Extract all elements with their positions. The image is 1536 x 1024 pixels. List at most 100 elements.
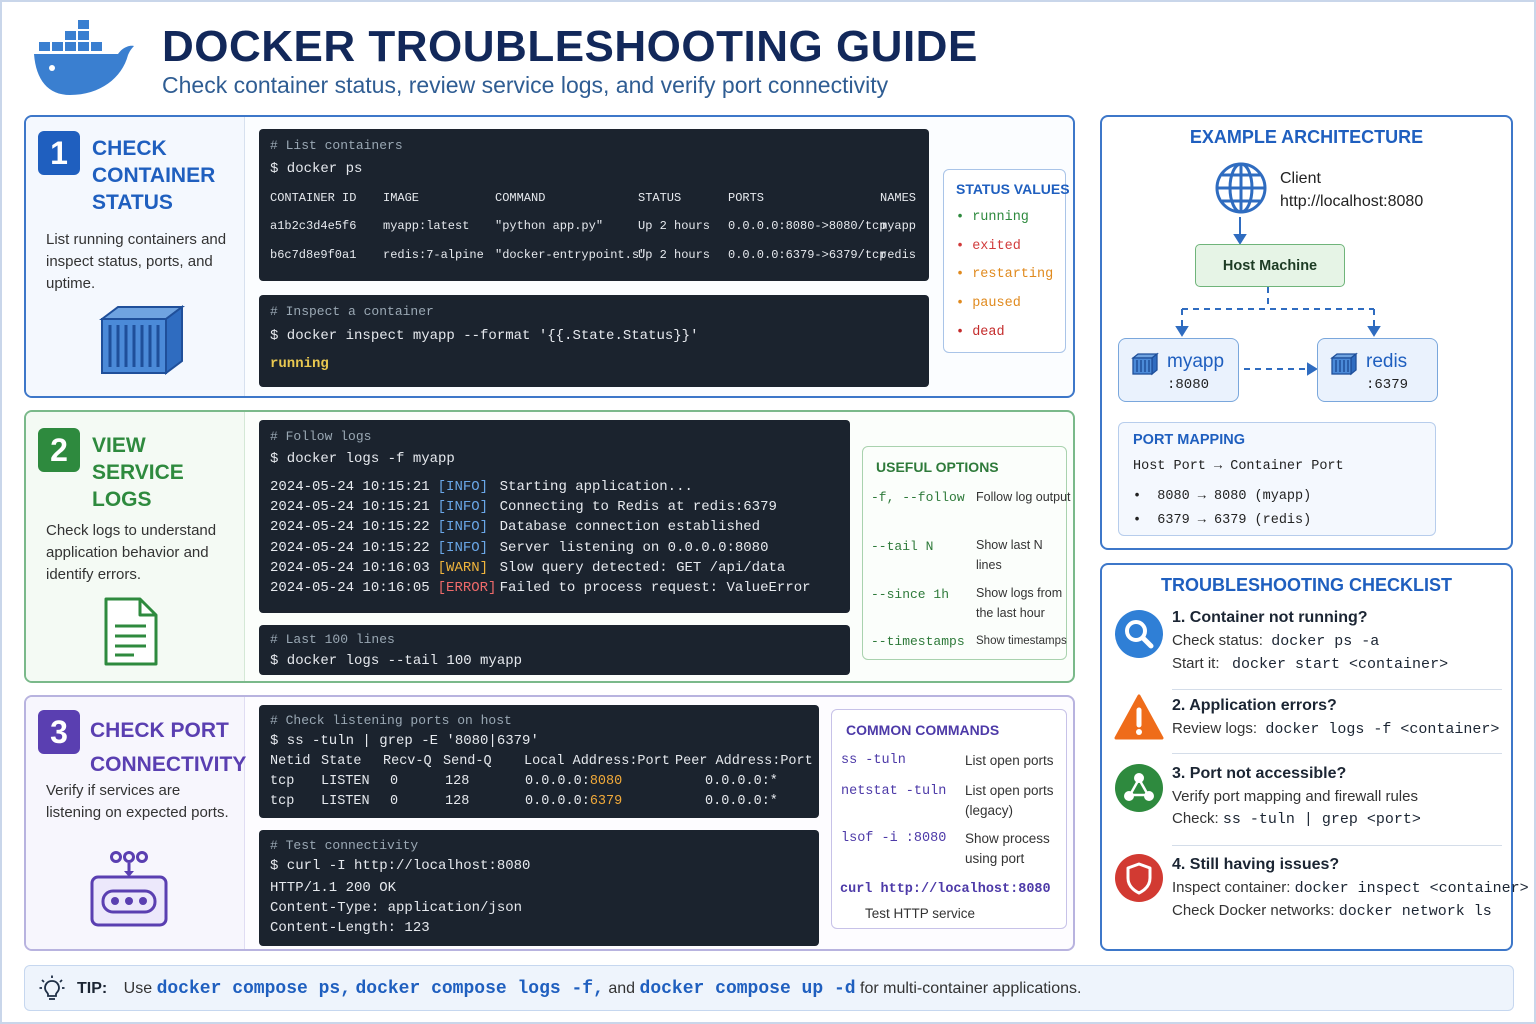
command-desc: List open ports (legacy) xyxy=(965,783,1054,818)
status-values-title: STATUS VALUES xyxy=(956,181,1070,197)
page-title: DOCKER TROUBLESHOOTING GUIDE xyxy=(162,22,978,71)
curl-terminal: # Test connectivity $ curl -I http://loc… xyxy=(259,830,819,946)
log-level: [WARN] xyxy=(437,559,489,576)
log-line: 2024-05-24 10:16:03 [WARN] Slow query dete… xyxy=(270,559,786,576)
col-local-address: Local Address:Port xyxy=(524,754,670,769)
status-item-restarting: • restarting xyxy=(956,267,1054,282)
step-number-badge: 1 xyxy=(38,131,80,175)
service-redis-box: redis :6379 xyxy=(1317,338,1438,402)
service-port: :6379 xyxy=(1366,377,1409,393)
shipping-container-icon xyxy=(99,305,185,375)
ss-cell-netid: tcp xyxy=(270,774,295,789)
tip-command: docker compose up -d xyxy=(639,979,856,999)
ss-ports-terminal: # Check listening ports on host $ ss -tu… xyxy=(259,705,819,818)
section-title: VIEW SERVICE LOGS xyxy=(92,434,184,511)
log-line: 2024-05-24 10:15:22 [INFO] Server listenin… xyxy=(270,539,769,556)
status-item-running: • running xyxy=(956,210,1029,225)
ss-cell-send: 128 xyxy=(445,774,470,789)
port-mapping-header: Host Port → Container Port xyxy=(1133,459,1344,474)
command-desc: Show process using port xyxy=(965,831,1050,866)
terminal-comment: # Follow logs xyxy=(270,429,372,444)
cell-names: myapp xyxy=(880,219,917,233)
cell-image: myapp:latest xyxy=(383,219,470,233)
cell-status: Up 2 hours xyxy=(638,248,711,262)
useful-options-title: USEFUL OPTIONS xyxy=(876,459,999,475)
docker-inspect-terminal: # Inspect a container $ docker inspect m… xyxy=(259,295,929,387)
checklist-item: 3. Port not accessible? Verify port mapp… xyxy=(1172,765,1421,828)
terminal-command: $ docker ps xyxy=(270,161,363,177)
port-mapping-box: PORT MAPPING Host Port → Container Port … xyxy=(1118,422,1436,536)
cell-ports: 0.0.0.0:8080->8080/tcp xyxy=(728,219,887,233)
ss-cell-send: 128 xyxy=(445,794,470,809)
port-mapping-title: PORT MAPPING xyxy=(1133,432,1245,448)
docker-whale-logo xyxy=(34,20,134,95)
terminal-command: $ docker inspect myapp --format '{{.Stat… xyxy=(270,328,699,344)
log-level: [INFO] xyxy=(437,539,489,556)
section-title: CHECK CONTAINER STATUS xyxy=(92,137,216,214)
listening-port: 8080 xyxy=(589,774,623,789)
tip-command: docker compose ps, xyxy=(156,979,352,999)
log-level: [INFO] xyxy=(437,479,489,495)
status-item-paused: • paused xyxy=(956,296,1021,311)
divider xyxy=(1172,845,1502,846)
col-netid: Netid xyxy=(270,754,311,769)
checklist-title: TROUBLESHOOTING CHECKLIST xyxy=(1161,575,1452,595)
section-sidebar: 3 CHECK PORT CONNECTIVITY Verify if serv… xyxy=(26,697,247,949)
cell-ports: 0.0.0.0:6379->6379/tcp xyxy=(728,248,887,262)
cell-container-id: a1b2c3d4e5f6 xyxy=(270,219,357,233)
option-desc: Show timestamps xyxy=(976,635,1067,647)
port-mapping-row: • 8080 → 8080 (myapp) xyxy=(1133,489,1312,504)
container-icon xyxy=(1131,352,1159,376)
listening-port: 6379 xyxy=(589,794,623,809)
checklist-item: 2. Application errors? Review logs: dock… xyxy=(1172,697,1500,738)
command-name: netstat -tuln xyxy=(841,784,947,799)
step-number-badge: 2 xyxy=(38,428,80,472)
terminal-comment: # Inspect a container xyxy=(270,304,434,319)
terminal-comment: # Last 100 lines xyxy=(270,632,395,647)
ss-cell-addr: 0.0.0.0:8080 xyxy=(525,774,623,789)
section-sidebar: 1 CHECK CONTAINER STATUS List running co… xyxy=(26,117,245,396)
terminal-output: Content-Length: 123 xyxy=(270,920,430,936)
ss-cell-addr: 0.0.0.0:6379 xyxy=(525,794,623,809)
checklist-item: 4. Still having issues? Inspect containe… xyxy=(1172,856,1529,920)
terminal-comment: # Test connectivity xyxy=(270,838,419,853)
section-check-port-connectivity: 3 CHECK PORT CONNECTIVITY Verify if serv… xyxy=(24,695,1075,951)
terminal-command: $ docker logs -f myapp xyxy=(270,451,455,467)
command-desc: List open ports xyxy=(965,753,1054,768)
col-peer-address: Peer Address:Port xyxy=(675,754,813,769)
example-architecture-panel: EXAMPLE ARCHITECTURE Client http://local… xyxy=(1100,115,1513,550)
log-level: [ERROR] xyxy=(437,580,497,596)
col-command: COMMAND xyxy=(495,191,546,205)
document-icon xyxy=(104,597,158,666)
common-commands-title: COMMON COMMANDS xyxy=(846,722,1000,738)
troubleshooting-checklist-panel: TROUBLESHOOTING CHECKLIST 1. Container n… xyxy=(1100,563,1529,951)
network-port-icon xyxy=(90,851,168,927)
terminal-output: HTTP/1.1 200 OK xyxy=(270,880,397,896)
docker-ps-terminal: # List containers $ docker ps CONTAINER … xyxy=(259,129,929,281)
col-container-id: CONTAINER ID xyxy=(270,191,357,205)
docker-logs-terminal: # Follow logs $ docker logs -f myapp 202… xyxy=(259,420,850,613)
log-line: 2024-05-24 10:15:22 [INFO] Database connec… xyxy=(270,519,761,536)
useful-options-box: USEFUL OPTIONS -f, --follow Follow log o… xyxy=(862,446,1071,660)
tip-command: docker compose logs -f, xyxy=(355,979,604,999)
option-flag: --timestamps xyxy=(871,634,965,649)
cell-command: "python app.py" xyxy=(495,219,604,233)
port-mapping-row: • 6379 → 6379 (redis) xyxy=(1133,513,1312,528)
cell-command: "docker-entrypoint.s" xyxy=(495,248,647,262)
section-title: CHECK PORT CONNECTIVITY xyxy=(90,719,247,776)
ss-cell-state: LISTEN xyxy=(321,794,370,809)
network-icon xyxy=(1115,764,1163,812)
terminal-command: $ ss -tuln | grep -E '8080|6379' xyxy=(270,733,539,749)
terminal-command: $ curl -I http://localhost:8080 xyxy=(270,858,531,874)
section-description: List running containers and inspect stat… xyxy=(46,231,227,292)
col-recv-q: Recv-Q xyxy=(383,754,432,769)
service-name: myapp xyxy=(1167,351,1225,372)
section-sidebar: 2 VIEW SERVICE LOGS Check logs to unders… xyxy=(26,412,245,681)
host-machine-box: Host Machine xyxy=(1195,244,1345,287)
divider xyxy=(1172,689,1502,690)
section-check-container-status: 1 CHECK CONTAINER STATUS List running co… xyxy=(24,115,1075,398)
log-line: 2024-05-24 10:15:21 [INFO] Connecting to R… xyxy=(270,499,777,516)
checklist-item: 1. Container not running? Check status: … xyxy=(1172,609,1449,673)
common-commands-box: COMMON COMMANDS ss -tuln List open ports… xyxy=(831,709,1067,929)
cell-image: redis:7-alpine xyxy=(383,248,484,262)
